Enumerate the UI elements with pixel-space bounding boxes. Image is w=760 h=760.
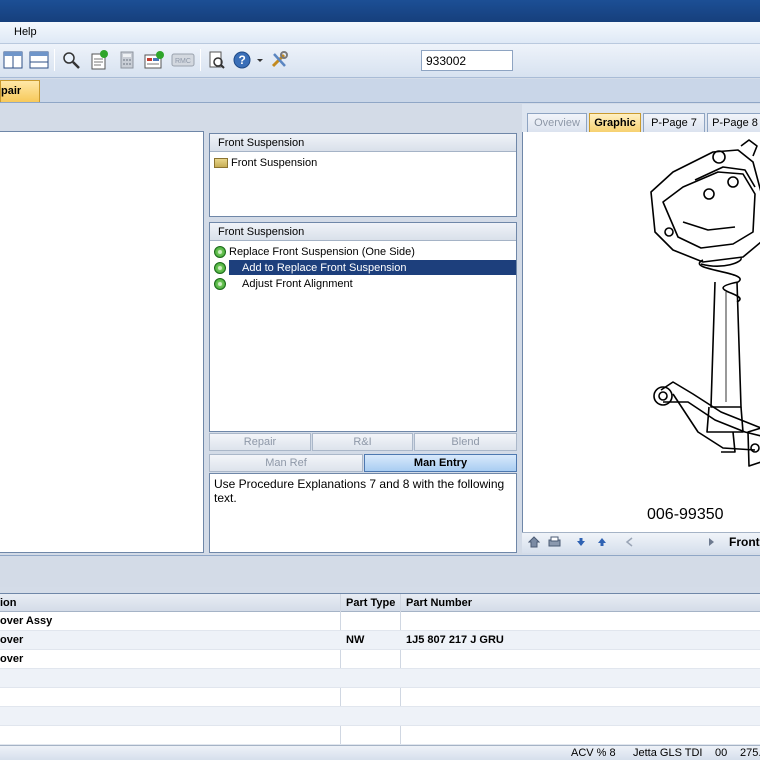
table-row[interactable]: over (0, 650, 760, 669)
graphic-tab-strip: Overview Graphic P-Page 7 P-Page 8 (522, 104, 760, 134)
procedure-note-text: Use Procedure Explanations 7 and 8 with … (209, 473, 517, 553)
parts-tree-pane[interactable] (0, 131, 204, 553)
layout-stack-icon[interactable] (28, 49, 50, 71)
parts-list-band (0, 555, 760, 587)
procedure-item-replace[interactable]: Replace Front Suspension (One Side) (214, 244, 516, 259)
column-header-description[interactable]: ion (0, 597, 17, 609)
scroll-left-icon[interactable] (625, 537, 633, 550)
toolbar: RMC ? (0, 44, 760, 78)
status-bar: ACV % 8 Jetta GLS TDI 00 275. (0, 745, 760, 760)
print-icon[interactable] (548, 536, 561, 551)
graphic-pane (522, 132, 760, 532)
main-tab-strip: pair (0, 79, 760, 103)
procedure-item-alignment[interactable]: Adjust Front Alignment (214, 276, 516, 291)
tab-p-page-8[interactable]: P-Page 8 (707, 113, 760, 133)
category-pane-title: Front Suspension (218, 137, 305, 149)
svg-text:?: ? (239, 53, 246, 67)
procedure-pane-header: Front Suspension (210, 223, 516, 241)
tab-overview[interactable]: Overview (527, 113, 587, 133)
tab-p-page-7[interactable]: P-Page 7 (643, 113, 705, 133)
procedure-item-label: Adjust Front Alignment (242, 277, 353, 290)
search-vehicle-icon[interactable] (60, 49, 82, 71)
layout-split-icon[interactable] (2, 49, 24, 71)
category-item-label: Front Suspension (231, 156, 318, 169)
category-pane-header: Front Suspension (210, 134, 516, 152)
folder-icon (214, 157, 228, 168)
status-code: 00 (715, 747, 728, 759)
tools-icon[interactable] (268, 49, 290, 71)
graphic-nav-bar: Front (522, 532, 760, 553)
cell-part-number: 1J5 807 217 J GRU (406, 634, 504, 646)
scroll-right-icon[interactable] (708, 537, 716, 550)
front-suspension-illustration (650, 139, 760, 467)
cell-description: over (0, 653, 24, 665)
tab-repair[interactable]: pair (0, 80, 40, 102)
procedure-item-label-selected: Add to Replace Front Suspension (229, 260, 516, 275)
help-dropdown-icon[interactable]: ? (232, 49, 264, 71)
svg-text:RMC: RMC (175, 58, 191, 65)
cell-description: over Assy (0, 615, 53, 627)
man-ref-button[interactable]: Man Ref (209, 454, 363, 472)
cell-description: over (0, 634, 24, 646)
arrow-down-icon[interactable] (576, 537, 586, 550)
tab-graphic[interactable]: Graphic (589, 113, 641, 133)
calculator-icon (116, 49, 138, 71)
print-preview-icon[interactable] (205, 49, 227, 71)
vehicle-search-input[interactable] (421, 50, 513, 71)
status-acv: ACV % 8 (571, 747, 616, 759)
category-item[interactable]: Front Suspension (214, 155, 516, 170)
table-row[interactable] (0, 688, 760, 707)
procedure-item-add-to[interactable]: Add to Replace Front Suspension (214, 260, 516, 275)
procedure-icon (214, 245, 226, 258)
table-row[interactable]: over Assy (0, 612, 760, 631)
toolbar-separator (54, 49, 55, 71)
procedure-icon (214, 277, 226, 290)
ri-button[interactable]: R&I (312, 433, 413, 451)
table-row[interactable] (0, 669, 760, 688)
table-row[interactable] (0, 726, 760, 745)
blend-button[interactable]: Blend (414, 433, 517, 451)
graphic-part-number: 006-99350 (647, 506, 724, 523)
menu-bar: Help (0, 22, 760, 44)
parts-table-header: ion Part Type Part Number (0, 594, 760, 612)
status-vehicle: Jetta GLS TDI (633, 747, 703, 759)
table-row[interactable] (0, 707, 760, 726)
parts-table: ion Part Type Part Number over Assy over… (0, 593, 760, 746)
commit-estimate-icon[interactable] (143, 49, 165, 71)
procedure-icon (214, 261, 226, 274)
menu-help[interactable]: Help (14, 26, 37, 38)
procedure-item-label: Replace Front Suspension (One Side) (229, 245, 415, 258)
home-icon[interactable] (527, 536, 541, 551)
table-row[interactable]: over NW 1J5 807 217 J GRU (0, 631, 760, 650)
repair-button[interactable]: Repair (209, 433, 311, 451)
rmc-icon: RMC (170, 49, 196, 71)
man-entry-button[interactable]: Man Entry (364, 454, 517, 472)
procedure-pane-title: Front Suspension (218, 226, 305, 238)
graphic-nav-label: Front (729, 535, 760, 549)
estimate-total-icon[interactable] (88, 49, 110, 71)
toolbar-separator (200, 49, 201, 71)
column-header-part-type[interactable]: Part Type (346, 597, 395, 609)
arrow-up-icon[interactable] (597, 537, 607, 550)
cell-part-type: NW (346, 634, 365, 646)
window-title-bar (0, 0, 760, 22)
status-amount: 275. (740, 747, 760, 759)
column-header-part-number[interactable]: Part Number (406, 597, 472, 609)
